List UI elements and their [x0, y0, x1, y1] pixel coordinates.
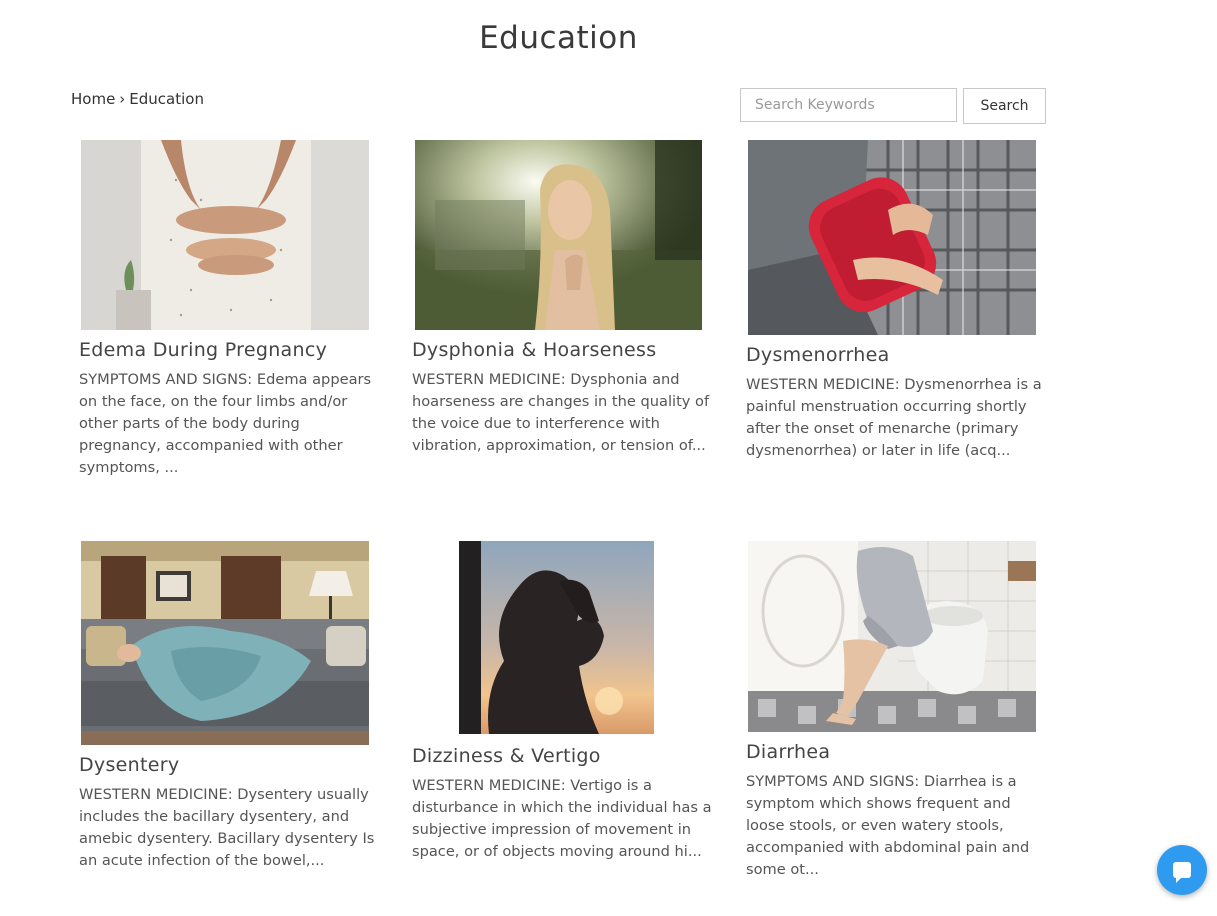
article-title-dysphonia[interactable]: Dysphonia & Hoarseness: [412, 339, 712, 361]
article-card-edema: Edema During Pregnancy SYMPTOMS AND SIGN…: [79, 140, 379, 479]
breadcrumb-separator: ›: [119, 90, 126, 108]
article-image-edema[interactable]: [81, 140, 369, 330]
article-title-dysentery[interactable]: Dysentery: [79, 754, 379, 776]
article-image-dysmenorrhea[interactable]: [748, 140, 1036, 335]
article-card-diarrhea: Diarrhea SYMPTOMS AND SIGNS: Diarrhea is…: [746, 541, 1046, 881]
breadcrumb-home-link[interactable]: Home: [71, 90, 115, 108]
article-title-diarrhea[interactable]: Diarrhea: [746, 741, 1046, 763]
article-excerpt-edema: SYMPTOMS AND SIGNS: Edema appears on the…: [79, 371, 372, 476]
article-excerpt-dizziness: WESTERN MEDICINE: Vertigo is a disturban…: [412, 777, 712, 860]
page-title: Education: [479, 20, 638, 56]
article-card-dysentery: Dysentery WESTERN MEDICINE: Dysentery us…: [79, 541, 379, 872]
article-card-dysmenorrhea: Dysmenorrhea WESTERN MEDICINE: Dysmenorr…: [746, 140, 1046, 462]
breadcrumb: Home › Education: [71, 90, 204, 108]
article-excerpt-dysmenorrhea: WESTERN MEDICINE: Dysmenorrhea is a pain…: [746, 376, 1042, 459]
article-excerpt-diarrhea: SYMPTOMS AND SIGNS: Diarrhea is a sympto…: [746, 773, 1030, 878]
search-button[interactable]: Search: [963, 88, 1046, 124]
article-title-edema[interactable]: Edema During Pregnancy: [79, 339, 379, 361]
chat-bubble-icon: [1173, 862, 1191, 883]
article-image-dysentery[interactable]: [81, 541, 369, 745]
article-excerpt-dysentery: WESTERN MEDICINE: Dysentery usually incl…: [79, 786, 375, 869]
article-image-dysphonia[interactable]: [415, 140, 702, 330]
article-image-dizziness[interactable]: [459, 541, 654, 734]
article-title-dizziness[interactable]: Dizziness & Vertigo: [412, 745, 712, 767]
article-card-dysphonia: Dysphonia & Hoarseness WESTERN MEDICINE:…: [412, 140, 712, 457]
article-card-dizziness: Dizziness & Vertigo WESTERN MEDICINE: Ve…: [412, 541, 712, 863]
article-title-dysmenorrhea[interactable]: Dysmenorrhea: [746, 344, 1046, 366]
article-image-diarrhea[interactable]: [748, 541, 1036, 732]
search-input[interactable]: [740, 88, 957, 122]
article-excerpt-dysphonia: WESTERN MEDICINE: Dysphonia and hoarsene…: [412, 371, 710, 454]
breadcrumb-current: Education: [129, 90, 204, 108]
chat-button[interactable]: [1157, 845, 1207, 895]
